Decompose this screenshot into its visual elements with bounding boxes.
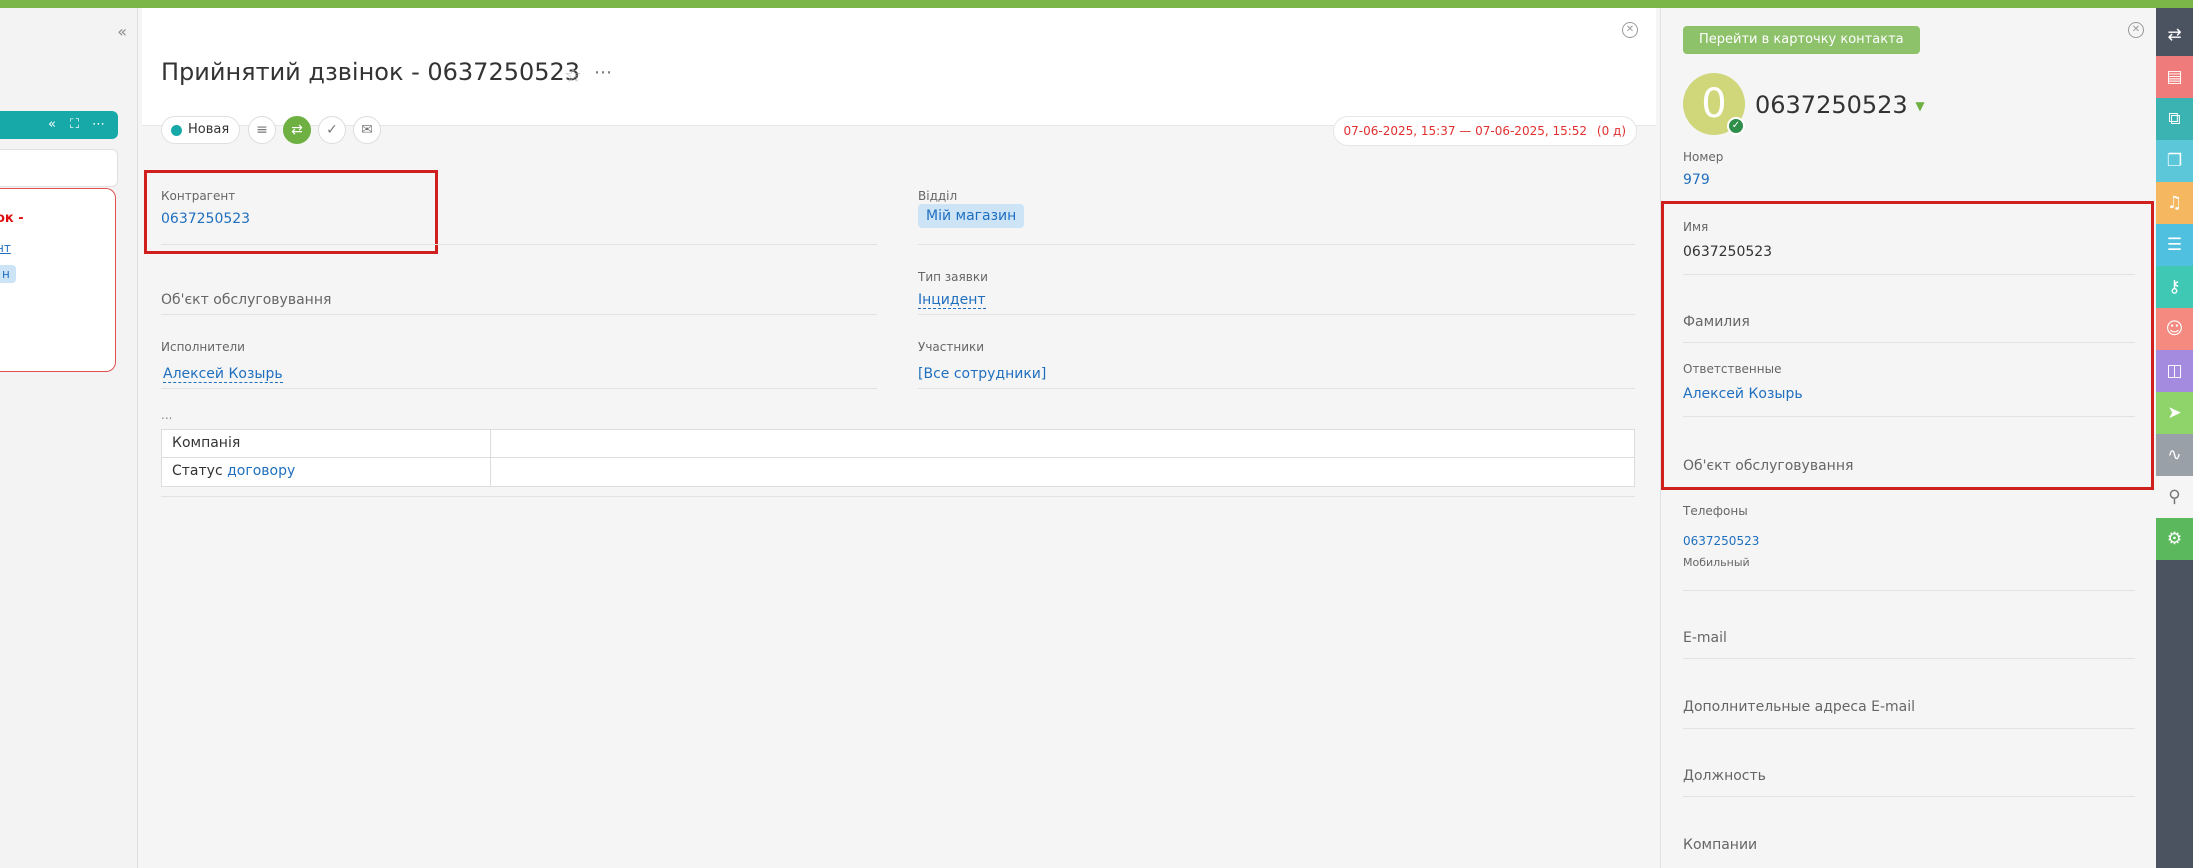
close-icon[interactable]: ✕: [2128, 22, 2144, 38]
contact-card-icon[interactable]: ☺: [2156, 308, 2193, 350]
collapse-list-icon[interactable]: «: [48, 117, 56, 132]
filter-box[interactable]: [0, 149, 118, 187]
card-title: ок -: [0, 211, 24, 226]
contract-status-cell: Статус договору: [172, 463, 296, 479]
clipboard-icon[interactable]: ☰: [2156, 224, 2193, 266]
divider: [161, 314, 877, 315]
chevron-down-icon[interactable]: ▼: [1915, 99, 1924, 113]
phone-transfer-icon[interactable]: ⇄: [283, 116, 311, 144]
viddil-label: Відділ: [918, 189, 958, 203]
position-field[interactable]: Должность: [1683, 768, 1766, 784]
expand-icon[interactable]: ⛶: [70, 117, 79, 132]
page-title: Прийнятий дзвінок - 0637250523: [161, 58, 581, 86]
checklist-icon[interactable]: ✓: [318, 116, 346, 144]
surname-field[interactable]: Фамилия: [1683, 314, 1750, 330]
list-toolbar: « ⛶ ⋯: [0, 111, 118, 139]
verified-icon: ✓: [1727, 117, 1745, 135]
divider: [1683, 728, 2135, 729]
divider: [1683, 796, 2135, 797]
comments-icon[interactable]: ✉: [353, 116, 381, 144]
phone-type: Мобильный: [1683, 556, 1750, 569]
kontragent-label: Контрагент: [161, 189, 236, 203]
email-field[interactable]: E-mail: [1683, 630, 1727, 646]
more-options-icon[interactable]: ⋯: [92, 117, 105, 132]
divider: [1683, 658, 2135, 659]
bell-icon[interactable]: ♫: [2156, 182, 2193, 224]
phone-link[interactable]: 0637250523: [1683, 534, 1759, 548]
star-icon[interactable]: ☆: [564, 63, 582, 87]
documents-icon[interactable]: ❐: [2156, 140, 2193, 182]
name-value[interactable]: 0637250523: [1683, 244, 1772, 260]
company-cell: Компанія: [172, 435, 241, 451]
description-icon[interactable]: ≡: [248, 116, 276, 144]
executor-link[interactable]: Алексей Козырь: [163, 366, 283, 383]
top-accent-bar: [0, 0, 2193, 8]
divider: [1683, 274, 2135, 275]
responsible-label: Ответственные: [1683, 362, 1782, 376]
extra-email-field[interactable]: Дополнительные адреса E-mail: [1683, 699, 1915, 715]
divider: [161, 244, 877, 245]
contract-link[interactable]: договору: [227, 463, 295, 479]
goto-contact-button[interactable]: Перейти в карточку контакта: [1683, 26, 1920, 54]
inbox-icon[interactable]: ▤: [2156, 56, 2193, 98]
status-badge[interactable]: Новая: [161, 116, 241, 144]
object-field[interactable]: Об'єкт обслуговування: [161, 292, 331, 308]
list-card-selected[interactable]: ок - нт н: [0, 188, 116, 372]
app-sidebar: ⇄ ▤ ⧉ ❐ ♫ ☰ ⚷ ☺ ◫ ➤ ∿ ⚲ ⚙: [2156, 8, 2193, 868]
contact-panel: ✕ Перейти в карточку контакта 0 ✓ 063725…: [1660, 8, 2156, 868]
phones-label: Телефоны: [1683, 504, 1748, 518]
responsible-link[interactable]: Алексей Козырь: [1683, 386, 1803, 402]
left-panel: « « ⛶ ⋯ ок - нт н: [0, 8, 138, 868]
divider: [1683, 590, 2135, 591]
main-header: ✕ Прийнятий дзвінок - 0637250523 ☆ ⋯: [142, 8, 1656, 126]
table-row[interactable]: Компанія: [162, 430, 1634, 458]
card-link[interactable]: нт: [0, 241, 11, 255]
number-value[interactable]: 979: [1683, 172, 1710, 188]
participants-label: Участники: [918, 340, 985, 354]
extra-fields-table: Компанія Статус договору: [161, 429, 1635, 487]
divider: [918, 314, 1635, 315]
activity-icon[interactable]: ∿: [2156, 434, 2193, 476]
divider: [918, 244, 1635, 245]
executors-label: Исполнители: [161, 340, 245, 354]
settings-icon[interactable]: ⚙: [2156, 518, 2193, 560]
number-label: Номер: [1683, 150, 1724, 164]
date-range: 07-06-2025, 15:37 — 07-06-2025, 15:52: [1343, 124, 1588, 138]
avatar: 0 ✓: [1683, 73, 1745, 135]
kontragent-link[interactable]: 0637250523: [161, 211, 250, 227]
user-icon[interactable]: ⚲: [2156, 476, 2193, 518]
more-fields-ellipsis[interactable]: ...: [161, 408, 172, 422]
send-icon[interactable]: ➤: [2156, 392, 2193, 434]
date-range-badge[interactable]: 07-06-2025, 15:37 — 07-06-2025, 15:52 (0…: [1332, 116, 1637, 146]
divider: [1683, 416, 2135, 417]
more-options-icon[interactable]: ⋯: [594, 62, 613, 83]
participants-link[interactable]: [Все сотрудники]: [918, 366, 1046, 382]
workflow-icon[interactable]: ⧉: [2156, 98, 2193, 140]
contact-name[interactable]: 0637250523 ▼: [1755, 91, 1925, 119]
close-icon[interactable]: ✕: [1622, 22, 1638, 38]
status-label: Новая: [188, 122, 230, 137]
divider: [161, 496, 1635, 497]
request-type-label: Тип заявки: [918, 270, 988, 284]
duration: (0 д): [1596, 124, 1626, 138]
table-row[interactable]: Статус договору: [162, 458, 1634, 486]
companies-field[interactable]: Компании: [1683, 837, 1757, 853]
request-type-link[interactable]: Інцидент: [918, 292, 986, 309]
analytics-icon[interactable]: ◫: [2156, 350, 2193, 392]
collapse-panel-button[interactable]: «: [117, 22, 127, 41]
name-label: Имя: [1683, 220, 1709, 234]
key-icon[interactable]: ⚷: [2156, 266, 2193, 308]
main-panel: ✕ Прийнятий дзвінок - 0637250523 ☆ ⋯ Нов…: [142, 8, 1656, 868]
divider: [1683, 342, 2135, 343]
object-field[interactable]: Об'єкт обслуговування: [1683, 458, 1853, 474]
divider: [918, 388, 1635, 389]
phone-transfer-icon[interactable]: ⇄: [2156, 14, 2193, 56]
status-dot-icon: [171, 125, 182, 136]
divider: [161, 388, 877, 389]
card-chip: н: [0, 265, 16, 283]
viddil-chip[interactable]: Мій магазин: [918, 204, 1025, 228]
